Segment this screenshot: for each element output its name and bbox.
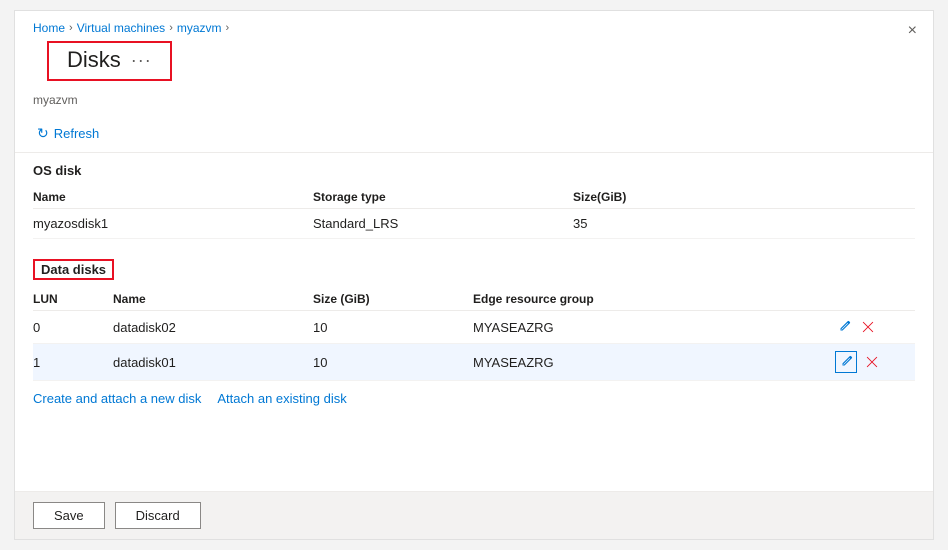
header-box: Disks ··· bbox=[47, 41, 172, 81]
disk0-edit-button[interactable] bbox=[835, 318, 853, 336]
pencil-icon bbox=[839, 355, 853, 369]
more-options-icon[interactable]: ··· bbox=[131, 50, 152, 71]
disk1-lun: 1 bbox=[33, 355, 113, 370]
disk0-actions bbox=[835, 318, 915, 336]
content-area: OS disk Name Storage type Size(GiB) myaz… bbox=[15, 163, 933, 491]
os-col-size: Size(GiB) bbox=[573, 190, 915, 204]
data-disks-section: Data disks LUN Name Size (GiB) Edge reso… bbox=[33, 259, 915, 414]
breadcrumb-vm[interactable]: myazvm bbox=[177, 21, 222, 35]
os-disk-size: 35 bbox=[573, 216, 915, 231]
data-disk-row-1: 1 datadisk01 10 MYASEAZRG bbox=[33, 344, 915, 381]
discard-button[interactable]: Discard bbox=[115, 502, 201, 529]
os-disk-section: OS disk Name Storage type Size(GiB) myaz… bbox=[33, 163, 915, 239]
refresh-icon: ↻ bbox=[37, 125, 49, 142]
disk0-lun: 0 bbox=[33, 320, 113, 335]
disk1-name[interactable]: datadisk01 bbox=[113, 355, 313, 370]
os-disk-title: OS disk bbox=[33, 163, 915, 178]
data-col-lun: LUN bbox=[33, 292, 113, 306]
breadcrumb-home[interactable]: Home bbox=[33, 21, 65, 35]
data-col-actions bbox=[835, 292, 915, 306]
create-attach-disk-link[interactable]: Create and attach a new disk bbox=[33, 391, 201, 406]
toolbar: ↻ Refresh bbox=[15, 117, 933, 153]
refresh-button[interactable]: ↻ Refresh bbox=[33, 123, 103, 144]
data-disks-title: Data disks bbox=[33, 259, 114, 280]
attach-existing-disk-link[interactable]: Attach an existing disk bbox=[217, 391, 346, 406]
disk0-size: 10 bbox=[313, 320, 473, 335]
delete-icon bbox=[865, 355, 879, 369]
data-disks-header: LUN Name Size (GiB) Edge resource group bbox=[33, 288, 915, 311]
footer: Save Discard bbox=[15, 491, 933, 539]
disk0-resource-group: MYASEAZRG bbox=[473, 320, 835, 335]
separator-2: › bbox=[169, 22, 173, 34]
os-disk-header: Name Storage type Size(GiB) bbox=[33, 186, 915, 209]
data-col-size: Size (GiB) bbox=[313, 292, 473, 306]
disk-action-links: Create and attach a new disk Attach an e… bbox=[33, 381, 915, 414]
os-col-storage: Storage type bbox=[313, 190, 573, 204]
os-col-name: Name bbox=[33, 190, 313, 204]
separator-3: › bbox=[226, 22, 230, 34]
close-button[interactable]: × bbox=[908, 23, 917, 39]
subtitle: myazvm bbox=[15, 93, 933, 117]
disk0-name[interactable]: datadisk02 bbox=[113, 320, 313, 335]
breadcrumb: Home › Virtual machines › myazvm › bbox=[15, 11, 933, 41]
data-disk-row-0: 0 datadisk02 10 MYASEAZRG bbox=[33, 311, 915, 344]
page-title: Disks bbox=[67, 47, 121, 73]
os-disk-name[interactable]: myazosdisk1 bbox=[33, 216, 313, 231]
disk1-size: 10 bbox=[313, 355, 473, 370]
delete-icon bbox=[861, 320, 875, 334]
disk0-delete-button[interactable] bbox=[859, 318, 877, 336]
disk1-resource-group: MYASEAZRG bbox=[473, 355, 835, 370]
os-disk-storage-type: Standard_LRS bbox=[313, 216, 573, 231]
pencil-icon bbox=[837, 320, 851, 334]
main-panel: Home › Virtual machines › myazvm › Disks… bbox=[14, 10, 934, 540]
disk1-actions bbox=[835, 351, 915, 373]
os-disk-row: myazosdisk1 Standard_LRS 35 bbox=[33, 209, 915, 239]
save-button[interactable]: Save bbox=[33, 502, 105, 529]
refresh-label: Refresh bbox=[54, 126, 100, 141]
disk1-delete-button[interactable] bbox=[863, 353, 881, 371]
breadcrumb-vms[interactable]: Virtual machines bbox=[77, 21, 166, 35]
separator-1: › bbox=[69, 22, 73, 34]
data-col-resource-group: Edge resource group bbox=[473, 292, 835, 306]
data-col-name: Name bbox=[113, 292, 313, 306]
disk1-edit-button[interactable] bbox=[835, 351, 857, 373]
